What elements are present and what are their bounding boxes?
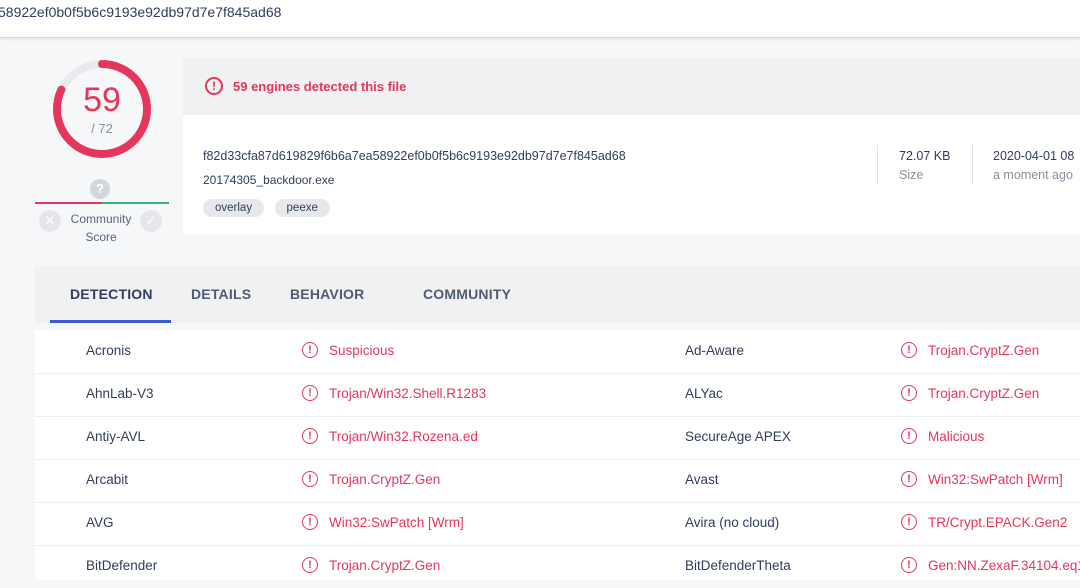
- divider: [877, 145, 878, 185]
- detection-result: Trojan.CryptZ.Gen: [329, 472, 441, 487]
- table-row: AhnLab-V3 ! Trojan/Win32.Shell.R1283 ALY…: [35, 373, 1080, 417]
- alert-circle-icon: !: [901, 385, 917, 401]
- detection-result: Trojan/Win32.Shell.R1283: [329, 386, 487, 401]
- tab-details[interactable]: DETAILS: [191, 286, 251, 302]
- alert-circle-icon: !: [901, 428, 917, 444]
- engine-name: Avast: [685, 472, 719, 487]
- detection-result: Suspicious: [329, 343, 395, 358]
- file-size-value: 72.07 KB: [899, 149, 951, 163]
- engine-name: BitDefenderTheta: [685, 558, 791, 573]
- alert-circle-icon: !: [205, 77, 223, 95]
- detection-banner-text: 59 engines detected this file: [233, 79, 407, 94]
- table-row: Acronis ! Suspicious Ad-Aware ! Trojan.C…: [35, 330, 1080, 374]
- alert-circle-icon: !: [302, 342, 318, 358]
- community-unknown-icon: ?: [90, 179, 110, 199]
- search-query[interactable]: 58922ef0b0f5b6c9193e92db97d7e7f845ad68: [0, 4, 281, 20]
- community-score-label: Community Score: [70, 212, 132, 244]
- engine-name: ALYac: [685, 386, 723, 401]
- alert-circle-icon: !: [302, 428, 318, 444]
- detection-result: Trojan/Win32.Rozena.ed: [329, 429, 478, 444]
- table-row: Antiy-AVL ! Trojan/Win32.Rozena.ed Secur…: [35, 416, 1080, 460]
- engine-name: Arcabit: [86, 472, 129, 487]
- alert-circle-icon: !: [901, 514, 917, 530]
- file-size-label: Size: [899, 168, 924, 182]
- engine-name: Acronis: [86, 343, 132, 358]
- detection-result: Malicious: [928, 429, 985, 444]
- search-bar[interactable]: 58922ef0b0f5b6c9193e92db97d7e7f845ad68: [0, 0, 1080, 38]
- tab-behavior[interactable]: BEHAVIOR: [290, 286, 364, 302]
- detection-banner: ! 59 engines detected this file: [183, 57, 1080, 115]
- detection-result: Gen:NN.ZexaF.34104.eq1: [928, 558, 1080, 573]
- engine-name: BitDefender: [86, 558, 158, 573]
- detection-score-panel: 59 / 72 ? ✕ Community Score ✓: [35, 55, 169, 255]
- detection-result: Trojan.CryptZ.Gen: [928, 343, 1040, 358]
- tag-overlay[interactable]: overlay: [203, 199, 265, 217]
- alert-circle-icon: !: [901, 557, 917, 573]
- detection-result: Win32:SwPatch [Wrm]: [928, 472, 1063, 487]
- active-tab-indicator: [50, 320, 171, 323]
- analysis-date-value: 2020-04-01 08: [993, 149, 1075, 163]
- engine-name: Ad-Aware: [685, 343, 745, 358]
- tab-community[interactable]: COMMUNITY: [423, 286, 511, 302]
- engine-name: Avira (no cloud): [685, 515, 780, 530]
- file-info-panel: f82d33cfa87d619829f6b6a7ea58922ef0b0f5b6…: [183, 115, 1080, 235]
- engine-name: AVG: [86, 515, 114, 530]
- alert-circle-icon: !: [302, 557, 318, 573]
- analysis-date-label: a moment ago: [993, 168, 1073, 182]
- file-name: 20174305_backdoor.exe: [203, 173, 335, 187]
- community-score-bar: [35, 202, 169, 204]
- engine-name: Antiy-AVL: [86, 429, 146, 444]
- alert-circle-icon: !: [901, 471, 917, 487]
- alert-circle-icon: !: [302, 471, 318, 487]
- vote-harmless-icon[interactable]: ✓: [140, 210, 162, 232]
- file-tags: overlay peexe: [203, 198, 336, 217]
- detection-result: Win32:SwPatch [Wrm]: [329, 515, 464, 530]
- table-row: BitDefender ! Trojan.CryptZ.Gen BitDefen…: [35, 545, 1080, 588]
- detections-table: Acronis ! Suspicious Ad-Aware ! Trojan.C…: [35, 330, 1080, 580]
- engine-name: AhnLab-V3: [86, 386, 154, 401]
- table-row: Arcabit ! Trojan.CryptZ.Gen Avast ! Win3…: [35, 459, 1080, 503]
- engine-total: / 72: [91, 121, 113, 136]
- file-hash[interactable]: f82d33cfa87d619829f6b6a7ea58922ef0b0f5b6…: [203, 149, 626, 163]
- alert-circle-icon: !: [302, 514, 318, 530]
- vote-malicious-icon[interactable]: ✕: [39, 210, 61, 232]
- alert-circle-icon: !: [302, 385, 318, 401]
- tab-bar: DETECTION DETAILS BEHAVIOR COMMUNITY: [35, 266, 1080, 323]
- divider: [972, 145, 973, 185]
- detection-result: TR/Crypt.EPACK.Gen2: [928, 515, 1068, 530]
- detection-result: Trojan.CryptZ.Gen: [329, 558, 441, 573]
- alert-circle-icon: !: [901, 342, 917, 358]
- tag-peexe[interactable]: peexe: [274, 199, 330, 217]
- tab-detection[interactable]: DETECTION: [70, 286, 153, 302]
- table-row: AVG ! Win32:SwPatch [Wrm] Avira (no clou…: [35, 502, 1080, 546]
- detection-count: 59: [83, 81, 121, 119]
- engine-name: SecureAge APEX: [685, 429, 791, 444]
- detection-result: Trojan.CryptZ.Gen: [928, 386, 1040, 401]
